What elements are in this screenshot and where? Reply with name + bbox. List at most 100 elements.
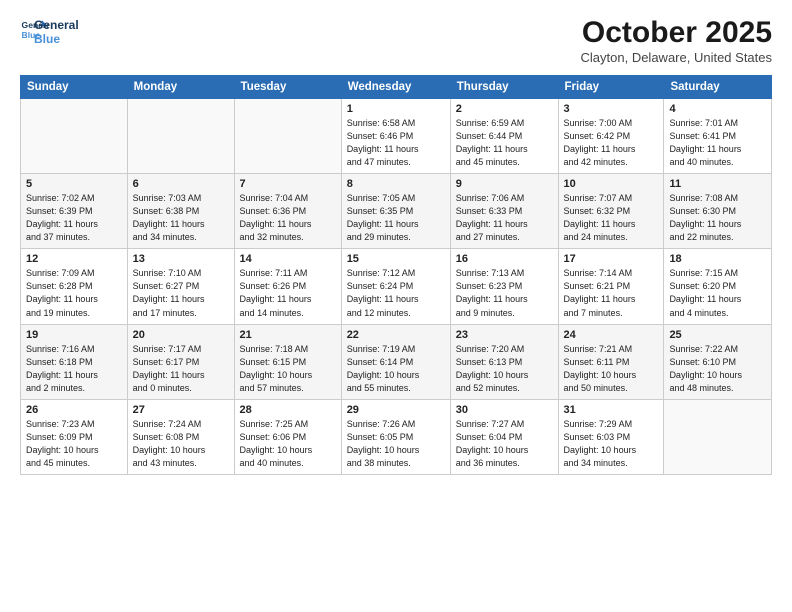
col-header-monday: Monday: [127, 76, 234, 99]
week-row-3: 12 Sunrise: 7:09 AM Sunset: 6:28 PM Dayli…: [21, 249, 772, 324]
col-header-friday: Friday: [558, 76, 664, 99]
day-info: Sunrise: 7:21 AM Sunset: 6:11 PM Dayligh…: [564, 343, 659, 395]
day-info: Sunrise: 7:08 AM Sunset: 6:30 PM Dayligh…: [669, 192, 766, 244]
page: General Blue General Blue October 2025 C…: [0, 0, 792, 612]
day-cell: 29 Sunrise: 7:26 AM Sunset: 6:05 PM Dayli…: [341, 399, 450, 474]
day-info: Sunrise: 7:00 AM Sunset: 6:42 PM Dayligh…: [564, 117, 659, 169]
day-cell: 12 Sunrise: 7:09 AM Sunset: 6:28 PM Dayli…: [21, 249, 128, 324]
day-number: 4: [669, 103, 766, 115]
calendar: SundayMondayTuesdayWednesdayThursdayFrid…: [20, 75, 772, 475]
day-number: 9: [456, 178, 553, 190]
day-cell: 23 Sunrise: 7:20 AM Sunset: 6:13 PM Dayli…: [450, 324, 558, 399]
day-cell: [21, 99, 128, 174]
day-cell: 1 Sunrise: 6:58 AM Sunset: 6:46 PM Daylig…: [341, 99, 450, 174]
day-info: Sunrise: 7:18 AM Sunset: 6:15 PM Dayligh…: [240, 343, 336, 395]
day-number: 14: [240, 253, 336, 265]
week-row-5: 26 Sunrise: 7:23 AM Sunset: 6:09 PM Dayli…: [21, 399, 772, 474]
day-cell: 6 Sunrise: 7:03 AM Sunset: 6:38 PM Daylig…: [127, 174, 234, 249]
day-cell: 28Sunrise: 7:25 AM Sunset: 6:06 PM Dayli…: [234, 399, 341, 474]
day-number: 24: [564, 329, 659, 341]
day-number: 1: [347, 103, 445, 115]
day-number: 15: [347, 253, 445, 265]
day-info: Sunrise: 6:59 AM Sunset: 6:44 PM Dayligh…: [456, 117, 553, 169]
day-cell: 10Sunrise: 7:07 AM Sunset: 6:32 PM Dayli…: [558, 174, 664, 249]
title-block: October 2025 Clayton, Delaware, United S…: [581, 16, 772, 65]
day-cell: [664, 399, 772, 474]
day-info: Sunrise: 7:15 AM Sunset: 6:20 PM Dayligh…: [669, 267, 766, 319]
logo: General Blue General Blue: [20, 16, 79, 47]
calendar-header-row: SundayMondayTuesdayWednesdayThursdayFrid…: [21, 76, 772, 99]
day-cell: 19Sunrise: 7:16 AM Sunset: 6:18 PM Dayli…: [21, 324, 128, 399]
logo-line1: General: [34, 18, 79, 32]
day-cell: 21Sunrise: 7:18 AM Sunset: 6:15 PM Dayli…: [234, 324, 341, 399]
header: General Blue General Blue October 2025 C…: [20, 16, 772, 65]
day-info: Sunrise: 7:03 AM Sunset: 6:38 PM Dayligh…: [133, 192, 229, 244]
day-number: 20: [133, 329, 229, 341]
day-cell: 17 Sunrise: 7:14 AM Sunset: 6:21 PM Dayli…: [558, 249, 664, 324]
day-number: 22: [347, 329, 445, 341]
day-number: 31: [564, 404, 659, 416]
day-info: Sunrise: 7:23 AM Sunset: 6:09 PM Dayligh…: [26, 418, 122, 470]
day-info: Sunrise: 7:20 AM Sunset: 6:13 PM Dayligh…: [456, 343, 553, 395]
day-info: Sunrise: 7:01 AM Sunset: 6:41 PM Dayligh…: [669, 117, 766, 169]
day-info: Sunrise: 7:24 AM Sunset: 6:08 PM Dayligh…: [133, 418, 229, 470]
day-number: 28: [240, 404, 336, 416]
day-info: Sunrise: 7:29 AM Sunset: 6:03 PM Dayligh…: [564, 418, 659, 470]
day-info: Sunrise: 7:11 AM Sunset: 6:26 PM Dayligh…: [240, 267, 336, 319]
day-cell: 18 Sunrise: 7:15 AM Sunset: 6:20 PM Dayli…: [664, 249, 772, 324]
day-number: 12: [26, 253, 122, 265]
day-cell: [127, 99, 234, 174]
day-number: 7: [240, 178, 336, 190]
day-cell: 5 Sunrise: 7:02 AM Sunset: 6:39 PM Daylig…: [21, 174, 128, 249]
day-cell: 2Sunrise: 6:59 AM Sunset: 6:44 PM Daylig…: [450, 99, 558, 174]
day-cell: 9 Sunrise: 7:06 AM Sunset: 6:33 PM Daylig…: [450, 174, 558, 249]
week-row-1: 1 Sunrise: 6:58 AM Sunset: 6:46 PM Daylig…: [21, 99, 772, 174]
day-info: Sunrise: 6:58 AM Sunset: 6:46 PM Dayligh…: [347, 117, 445, 169]
day-cell: 3 Sunrise: 7:00 AM Sunset: 6:42 PM Daylig…: [558, 99, 664, 174]
day-info: Sunrise: 7:05 AM Sunset: 6:35 PM Dayligh…: [347, 192, 445, 244]
col-header-sunday: Sunday: [21, 76, 128, 99]
day-info: Sunrise: 7:19 AM Sunset: 6:14 PM Dayligh…: [347, 343, 445, 395]
day-info: Sunrise: 7:02 AM Sunset: 6:39 PM Dayligh…: [26, 192, 122, 244]
day-cell: 4 Sunrise: 7:01 AM Sunset: 6:41 PM Daylig…: [664, 99, 772, 174]
day-number: 5: [26, 178, 122, 190]
day-cell: 7Sunrise: 7:04 AM Sunset: 6:36 PM Daylig…: [234, 174, 341, 249]
day-cell: 11 Sunrise: 7:08 AM Sunset: 6:30 PM Dayli…: [664, 174, 772, 249]
day-number: 26: [26, 404, 122, 416]
day-number: 30: [456, 404, 553, 416]
day-number: 18: [669, 253, 766, 265]
day-cell: 22 Sunrise: 7:19 AM Sunset: 6:14 PM Dayli…: [341, 324, 450, 399]
day-cell: 14 Sunrise: 7:11 AM Sunset: 6:26 PM Dayli…: [234, 249, 341, 324]
day-cell: 8 Sunrise: 7:05 AM Sunset: 6:35 PM Daylig…: [341, 174, 450, 249]
day-info: Sunrise: 7:26 AM Sunset: 6:05 PM Dayligh…: [347, 418, 445, 470]
day-info: Sunrise: 7:17 AM Sunset: 6:17 PM Dayligh…: [133, 343, 229, 395]
day-cell: 27 Sunrise: 7:24 AM Sunset: 6:08 PM Dayli…: [127, 399, 234, 474]
location: Clayton, Delaware, United States: [581, 50, 772, 65]
day-number: 6: [133, 178, 229, 190]
day-number: 27: [133, 404, 229, 416]
day-info: Sunrise: 7:14 AM Sunset: 6:21 PM Dayligh…: [564, 267, 659, 319]
col-header-tuesday: Tuesday: [234, 76, 341, 99]
day-number: 3: [564, 103, 659, 115]
day-cell: 26 Sunrise: 7:23 AM Sunset: 6:09 PM Dayli…: [21, 399, 128, 474]
day-info: Sunrise: 7:27 AM Sunset: 6:04 PM Dayligh…: [456, 418, 553, 470]
day-number: 19: [26, 329, 122, 341]
day-info: Sunrise: 7:22 AM Sunset: 6:10 PM Dayligh…: [669, 343, 766, 395]
day-info: Sunrise: 7:12 AM Sunset: 6:24 PM Dayligh…: [347, 267, 445, 319]
day-number: 25: [669, 329, 766, 341]
col-header-thursday: Thursday: [450, 76, 558, 99]
logo-line2: Blue: [34, 32, 79, 46]
day-number: 23: [456, 329, 553, 341]
day-info: Sunrise: 7:09 AM Sunset: 6:28 PM Dayligh…: [26, 267, 122, 319]
day-info: Sunrise: 7:10 AM Sunset: 6:27 PM Dayligh…: [133, 267, 229, 319]
day-cell: 30 Sunrise: 7:27 AM Sunset: 6:04 PM Dayli…: [450, 399, 558, 474]
day-info: Sunrise: 7:13 AM Sunset: 6:23 PM Dayligh…: [456, 267, 553, 319]
day-number: 11: [669, 178, 766, 190]
day-info: Sunrise: 7:07 AM Sunset: 6:32 PM Dayligh…: [564, 192, 659, 244]
day-cell: 31 Sunrise: 7:29 AM Sunset: 6:03 PM Dayli…: [558, 399, 664, 474]
day-cell: 25 Sunrise: 7:22 AM Sunset: 6:10 PM Dayli…: [664, 324, 772, 399]
day-info: Sunrise: 7:06 AM Sunset: 6:33 PM Dayligh…: [456, 192, 553, 244]
day-number: 17: [564, 253, 659, 265]
day-number: 8: [347, 178, 445, 190]
day-number: 29: [347, 404, 445, 416]
